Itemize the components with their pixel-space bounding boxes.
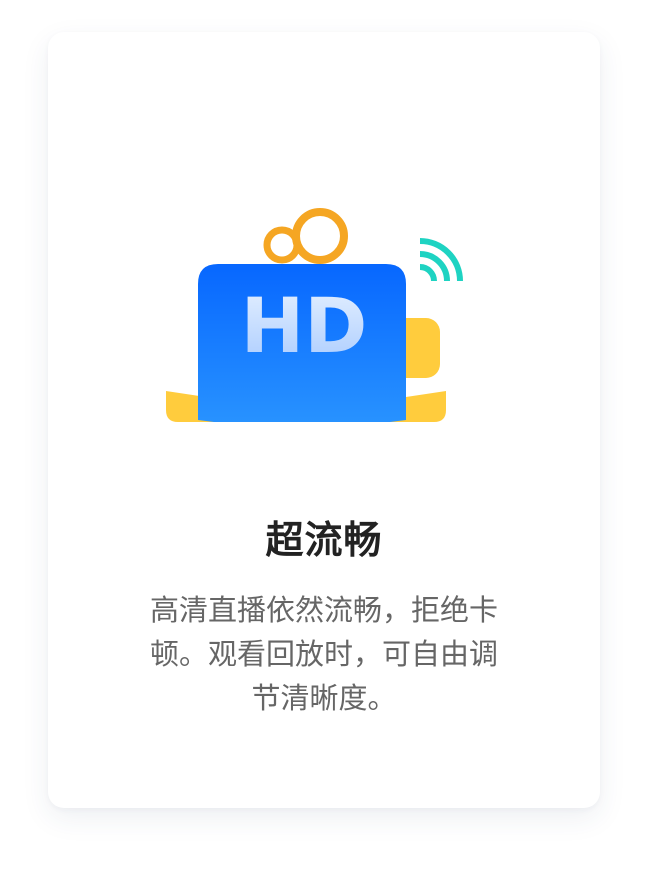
film-reel-icon — [263, 208, 348, 264]
description-line: 顿。观看回放时，可自由调 — [149, 637, 498, 671]
description-line: 高清直播依然流畅，拒绝卡 — [149, 593, 498, 627]
feature-card: HD 超流畅 高清直播依然流畅，拒绝卡 顿。观看回放时，可自由调 节清晰度。 — [48, 32, 600, 808]
feature-description: 高清直播依然流畅，拒绝卡 顿。观看回放时，可自由调 节清晰度。 — [124, 588, 524, 720]
hd-camera-icon: HD — [166, 208, 463, 422]
signal-icon — [419, 238, 463, 282]
feature-title: 超流畅 — [265, 518, 383, 562]
description-line: 节清晰度。 — [251, 681, 397, 715]
hd-badge-text: HD — [241, 281, 368, 370]
